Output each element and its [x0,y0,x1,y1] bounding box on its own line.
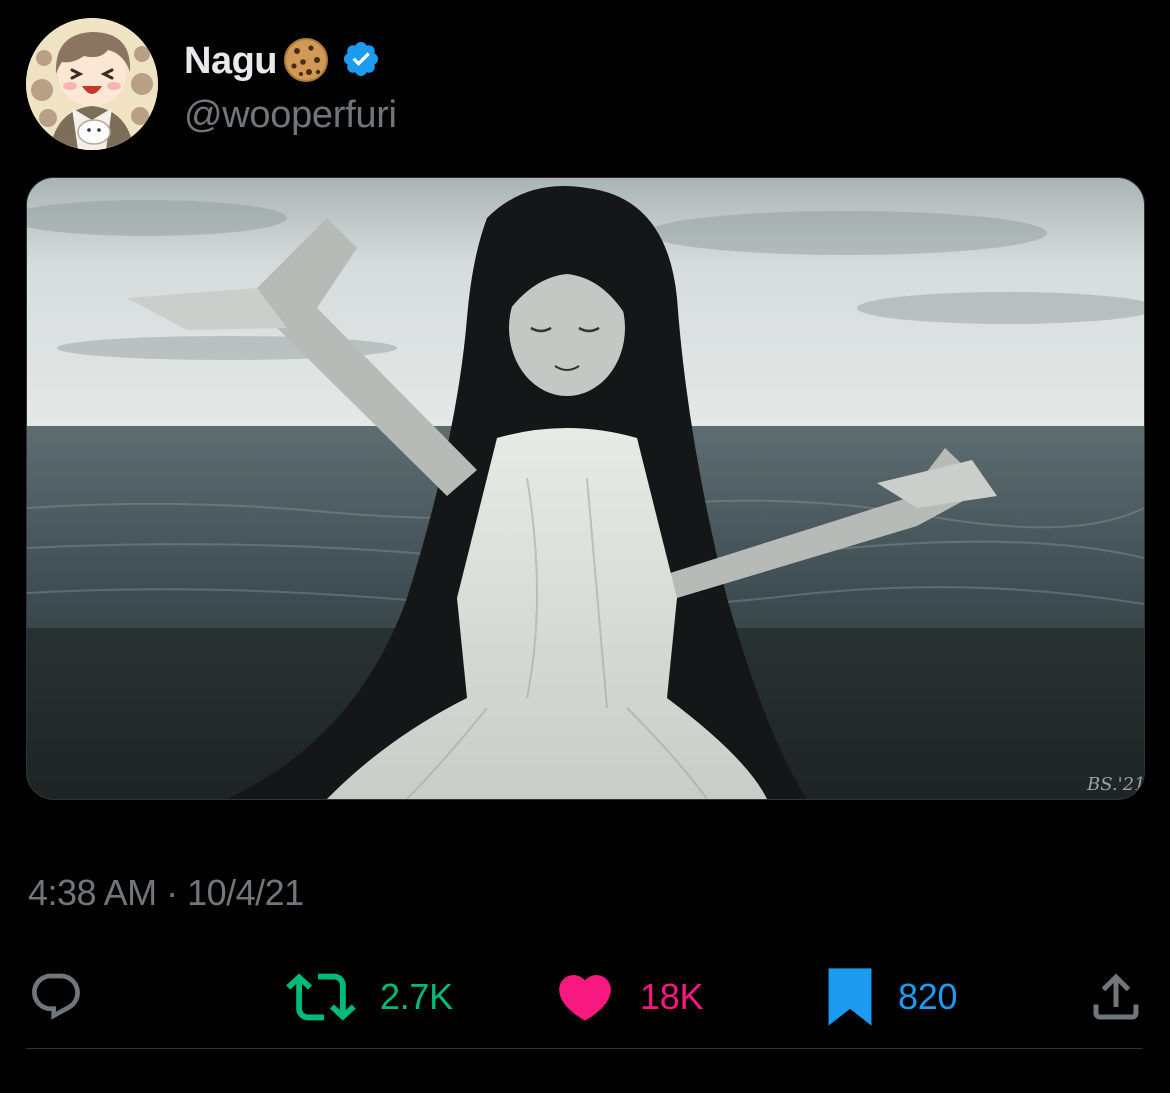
artwork-illustration: BS.'21 [27,178,1144,799]
share-icon [1086,967,1146,1027]
tweet-action-bar: 2.7K 18K 820 [0,962,1170,1032]
author-handle[interactable]: @wooperfuri [184,94,397,137]
retweet-button[interactable]: 2.7K [286,962,453,1032]
divider [26,1048,1143,1049]
tweet-header: Nagu @wooperfuri [26,18,1126,150]
like-button[interactable]: 18K [554,962,703,1032]
share-button[interactable] [1086,962,1146,1032]
avatar[interactable] [26,18,158,150]
bookmark-button[interactable]: 820 [826,962,957,1032]
verified-badge-icon [331,39,381,84]
reply-icon [28,969,84,1025]
author-names: Nagu @wooperfuri [184,37,397,137]
like-count: 18K [640,976,704,1017]
retweet-count: 2.7K [380,976,453,1017]
heart-icon [554,966,616,1028]
reply-button[interactable] [28,962,108,1032]
display-name-row[interactable]: Nagu [184,37,397,84]
bookmark-icon [826,966,874,1028]
artist-signature: BS.'21 [1086,774,1144,795]
cookie-emoji-icon [277,34,331,89]
retweet-icon [286,962,356,1032]
bookmark-count: 820 [898,976,958,1017]
tweet-image[interactable]: BS.'21 [26,177,1145,800]
display-name[interactable]: Nagu [184,40,278,83]
tweet-timestamp[interactable]: 4:38 AM · 10/4/21 [28,872,304,914]
